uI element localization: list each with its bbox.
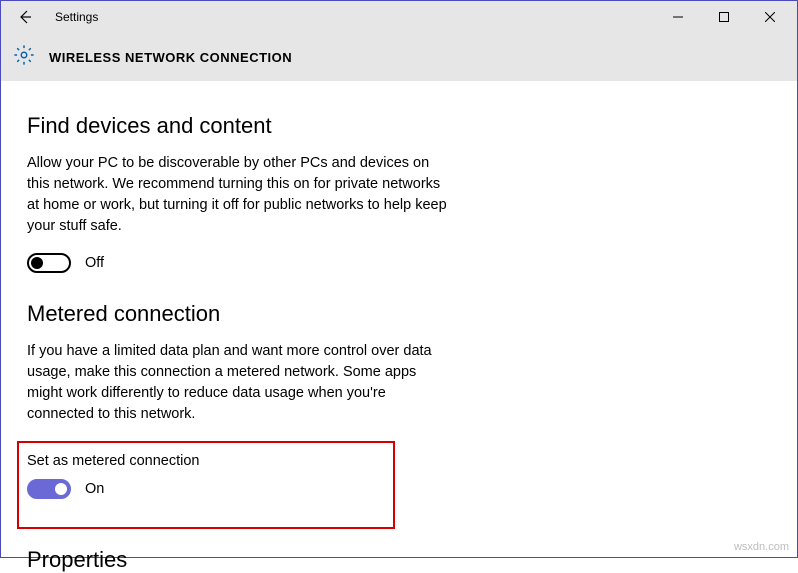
metered-section: Metered connection If you have a limited… — [27, 301, 771, 529]
find-devices-description: Allow your PC to be discoverable by othe… — [27, 153, 447, 237]
back-arrow-icon — [17, 9, 33, 25]
close-icon — [765, 12, 775, 22]
page-title: WIRELESS NETWORK CONNECTION — [49, 50, 292, 65]
minimize-icon — [673, 12, 683, 22]
minimize-button[interactable] — [655, 1, 701, 33]
maximize-button[interactable] — [701, 1, 747, 33]
window-controls — [655, 1, 793, 33]
watermark: wsxdn.com — [734, 541, 789, 553]
back-button[interactable] — [5, 1, 45, 33]
maximize-icon — [719, 12, 729, 22]
page-header: WIRELESS NETWORK CONNECTION — [1, 33, 797, 81]
properties-heading: Properties — [27, 547, 771, 573]
gear-icon — [13, 44, 35, 71]
find-devices-toggle-label: Off — [85, 255, 104, 271]
find-devices-heading: Find devices and content — [27, 113, 771, 139]
metered-toggle[interactable] — [27, 479, 71, 499]
close-button[interactable] — [747, 1, 793, 33]
set-metered-label: Set as metered connection — [27, 453, 385, 469]
find-devices-toggle[interactable] — [27, 253, 71, 273]
highlight-box: Set as metered connection On — [17, 441, 395, 529]
toggle-knob — [31, 257, 43, 269]
app-title: Settings — [55, 10, 98, 24]
metered-heading: Metered connection — [27, 301, 771, 327]
content-area: Find devices and content Allow your PC t… — [1, 81, 797, 573]
find-devices-toggle-row: Off — [27, 253, 771, 273]
titlebar: Settings — [1, 1, 797, 33]
metered-description: If you have a limited data plan and want… — [27, 341, 447, 425]
metered-toggle-row: On — [27, 479, 385, 499]
toggle-knob — [55, 483, 67, 495]
metered-toggle-label: On — [85, 481, 104, 497]
